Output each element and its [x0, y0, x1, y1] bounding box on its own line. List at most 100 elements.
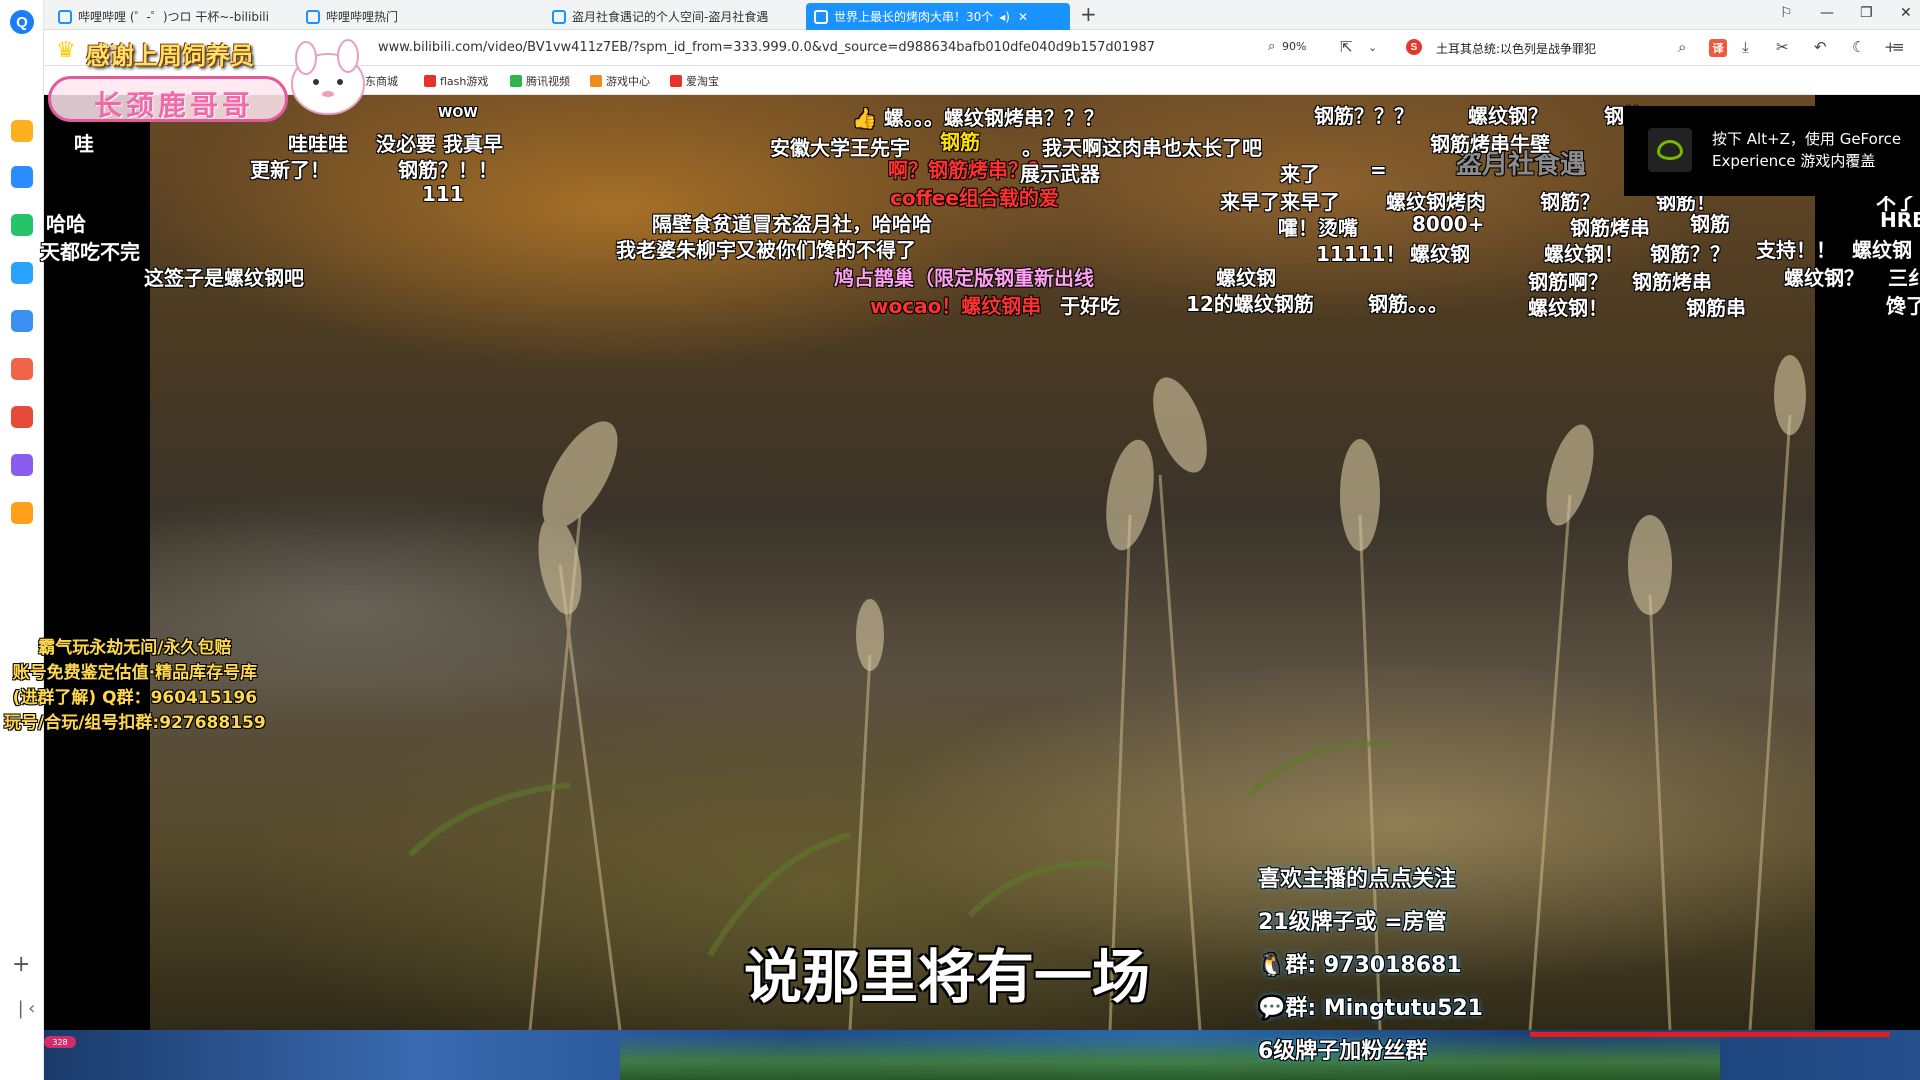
screen: Q + ❘‹ 哔哩哔哩 (゜-゜)つロ 干杯~-bilibili 哔哩哔哩热门 … [0, 0, 1920, 1080]
danmaku-comment: 鸠占鹊巢（限定版钢重新出线 [834, 266, 1094, 290]
danmaku-comment: 螺纹钢！ [1544, 242, 1624, 266]
sidebar-game-icon[interactable] [11, 358, 33, 380]
progress-bar[interactable] [1530, 1032, 1890, 1037]
sidebar-pdf-icon[interactable] [11, 406, 33, 428]
close-icon[interactable]: ✕ [1018, 10, 1028, 24]
bookmark-aitaobao[interactable]: 爱淘宝 [670, 73, 719, 89]
news-headline[interactable]: 土耳其总统:以色列是战争罪犯 [1436, 40, 1596, 57]
search-icon[interactable]: ⌕ [1678, 38, 1686, 56]
moon-icon[interactable]: ☾ [1852, 38, 1865, 56]
zoom-icon[interactable]: ⌕ [1268, 39, 1275, 54]
tab-label: 世界上最长的烤肉大串！30个 [834, 10, 994, 24]
tab-bilibili-home[interactable]: 哔哩哔哩 (゜-゜)つロ 干杯~-bilibili [50, 3, 290, 30]
translate-icon[interactable]: 译 [1709, 39, 1727, 57]
sidebar-clock-icon[interactable] [11, 166, 33, 188]
chevron-down-icon[interactable]: ⌄ [1368, 41, 1377, 54]
danmaku-comment: 钢筋。。。 [1368, 292, 1448, 316]
danmaku-comment: 钢筋？？？ [1314, 104, 1414, 128]
tab-current-video[interactable]: 世界上最长的烤肉大串！30个 ◂) ✕ [806, 3, 1070, 30]
news-logo-icon: S [1406, 39, 1422, 55]
sidebar-edit-icon[interactable] [11, 454, 33, 476]
browser-logo-icon[interactable]: Q [10, 10, 34, 34]
bilibili-favicon-icon [814, 9, 828, 24]
sidebar-wechat-icon[interactable] [11, 214, 33, 236]
danmaku-comment: 嚯！烫嘴 [1278, 216, 1358, 240]
left-sidebar: Q + ❘‹ [0, 0, 44, 1080]
wechat-icon: 💬 [1258, 996, 1286, 1021]
window-close-button[interactable]: ✕ [1900, 5, 1912, 21]
bilibili-favicon-icon [552, 9, 566, 24]
tab-bar: 哔哩哔哩 (゜-゜)つロ 干杯~-bilibili 哔哩哔哩热门 盗月社食遇记的… [44, 0, 1920, 30]
nameplate-name: 长颈鹿哥哥 [94, 89, 255, 122]
geforce-toast: 按下 Alt+Z，使用 GeForce Experience 游戏内覆盖 [1624, 106, 1920, 196]
sidebar-add-icon[interactable]: + [12, 952, 30, 977]
tab-daoyueshe-space[interactable]: 盗月社食遇记的个人空间-盗月社食遇 [544, 3, 806, 30]
scissors-icon[interactable]: ✂ [1776, 38, 1789, 56]
geforce-message: 按下 Alt+Z，使用 GeForce Experience 游戏内覆盖 [1712, 130, 1902, 170]
new-tab-button[interactable]: + [1080, 2, 1097, 26]
tab-bilibili-hot[interactable]: 哔哩哔哩热门 [298, 3, 538, 30]
danmaku-comment: 来了 [1280, 162, 1320, 186]
danmaku-comment: 钢筋烤串牛壁 [1430, 132, 1550, 156]
sidebar-bird-icon[interactable] [11, 262, 33, 284]
menu-icon[interactable]: ≡ [1892, 38, 1905, 56]
danmaku-comment: 于好吃 [1060, 294, 1120, 318]
tab-label: 哔哩哔哩 (゜-゜)つロ 干杯~-bilibili [78, 10, 269, 24]
danmaku-comment: 这签子是螺纹钢吧 [144, 266, 304, 290]
danmaku-comment: 螺纹钢烤肉 [1386, 190, 1486, 214]
taobao-icon [670, 75, 682, 87]
url-input[interactable]: www.bilibili.com/video/BV1vw411z7EB/?spm… [378, 40, 1155, 55]
nvidia-eye-icon [1657, 140, 1683, 160]
danmaku-comment: 钢筋串 [1686, 296, 1746, 320]
bookmark-tencent-video[interactable]: 腾讯视频 [510, 73, 570, 89]
danmaku-comment: wocao！螺纹钢串 [870, 294, 1042, 318]
tab-label: 盗月社食遇记的个人空间-盗月社食遇 [572, 10, 769, 24]
ad-line: 霸气玩永劫无间/永久包赔 [38, 638, 232, 658]
danmaku-comment: 8000+ [1412, 212, 1485, 236]
share-icon[interactable]: ⇱ [1340, 38, 1353, 56]
bilibili-favicon-icon [58, 9, 72, 24]
danmaku-comment: 螺纹钢 [1852, 238, 1912, 262]
danmaku-comment: 三纟 [1888, 266, 1920, 290]
danmaku-comment: 11111！ [1316, 242, 1406, 266]
danmaku-comment: = [1370, 158, 1387, 182]
danmaku-comment: 没必要 我真早 [376, 132, 503, 156]
danmaku-comment: coffee组合载的爱 [890, 186, 1059, 210]
danmaku-comment: 钢筋？ [1540, 190, 1600, 214]
ad-line: 账号免费鉴定估值·精品库存号库 [12, 663, 258, 683]
zoom-level[interactable]: 90% [1282, 40, 1306, 53]
danmaku-comment: 螺纹钢！ [1528, 296, 1608, 320]
video-player[interactable] [150, 95, 1815, 1030]
danmaku-comment: 螺纹钢 [1216, 266, 1276, 290]
note-line: 6级牌子加粉丝群 [1258, 1039, 1428, 1064]
danmaku-comment: 我老婆朱柳宇又被你们馋的不得了 [616, 238, 916, 262]
danmaku-comment: 111 [422, 182, 464, 206]
danmaku-comment: 支持！！ [1756, 238, 1836, 262]
danmaku-comment: 来早了来早了 [1220, 190, 1340, 214]
danmaku-comment: 螺纹钢 [1410, 242, 1470, 266]
restore-button[interactable]: ❐ [1860, 5, 1873, 21]
download-icon[interactable]: ⤓ [1742, 38, 1749, 56]
bookmark-flash-games[interactable]: flash游戏 [424, 73, 488, 89]
note-line: 🐧群: 973018681 [1258, 953, 1462, 978]
danmaku-comment: 钢筋啊？ [1528, 270, 1608, 294]
reeds-illustration [407, 355, 1806, 1030]
sidebar-cloud-icon[interactable] [11, 310, 33, 332]
tab-audio-icon[interactable]: ◂) [999, 10, 1010, 24]
danmaku-comment: 更新了！ [250, 158, 330, 182]
bilibili-favicon-icon [306, 9, 320, 24]
video-subtitle: 说那里将有一场 [744, 943, 1151, 1011]
sidebar-search-icon[interactable] [11, 502, 33, 524]
tab-label: 哔哩哔哩热门 [326, 10, 399, 24]
left-ad-block: 霸气玩永劫无间/永久包赔 账号免费鉴定估值·精品库存号库 (进群了解) Q群：9… [4, 636, 266, 736]
sidebar-star-icon[interactable] [11, 120, 33, 142]
shirt-icon[interactable]: ⚐ [1780, 5, 1793, 21]
sidebar-collapse-icon[interactable]: ❘‹ [13, 998, 35, 1019]
bookmark-game-center[interactable]: 游戏中心 [590, 73, 650, 89]
flash-icon [424, 75, 436, 87]
minimize-button[interactable]: — [1820, 5, 1834, 21]
gamepad-icon [590, 75, 602, 87]
promo-title: 感谢上周饲养员 [86, 41, 254, 70]
undo-icon[interactable]: ↶ [1814, 38, 1827, 56]
note-line: 21级牌子或 =房管 [1258, 910, 1447, 935]
